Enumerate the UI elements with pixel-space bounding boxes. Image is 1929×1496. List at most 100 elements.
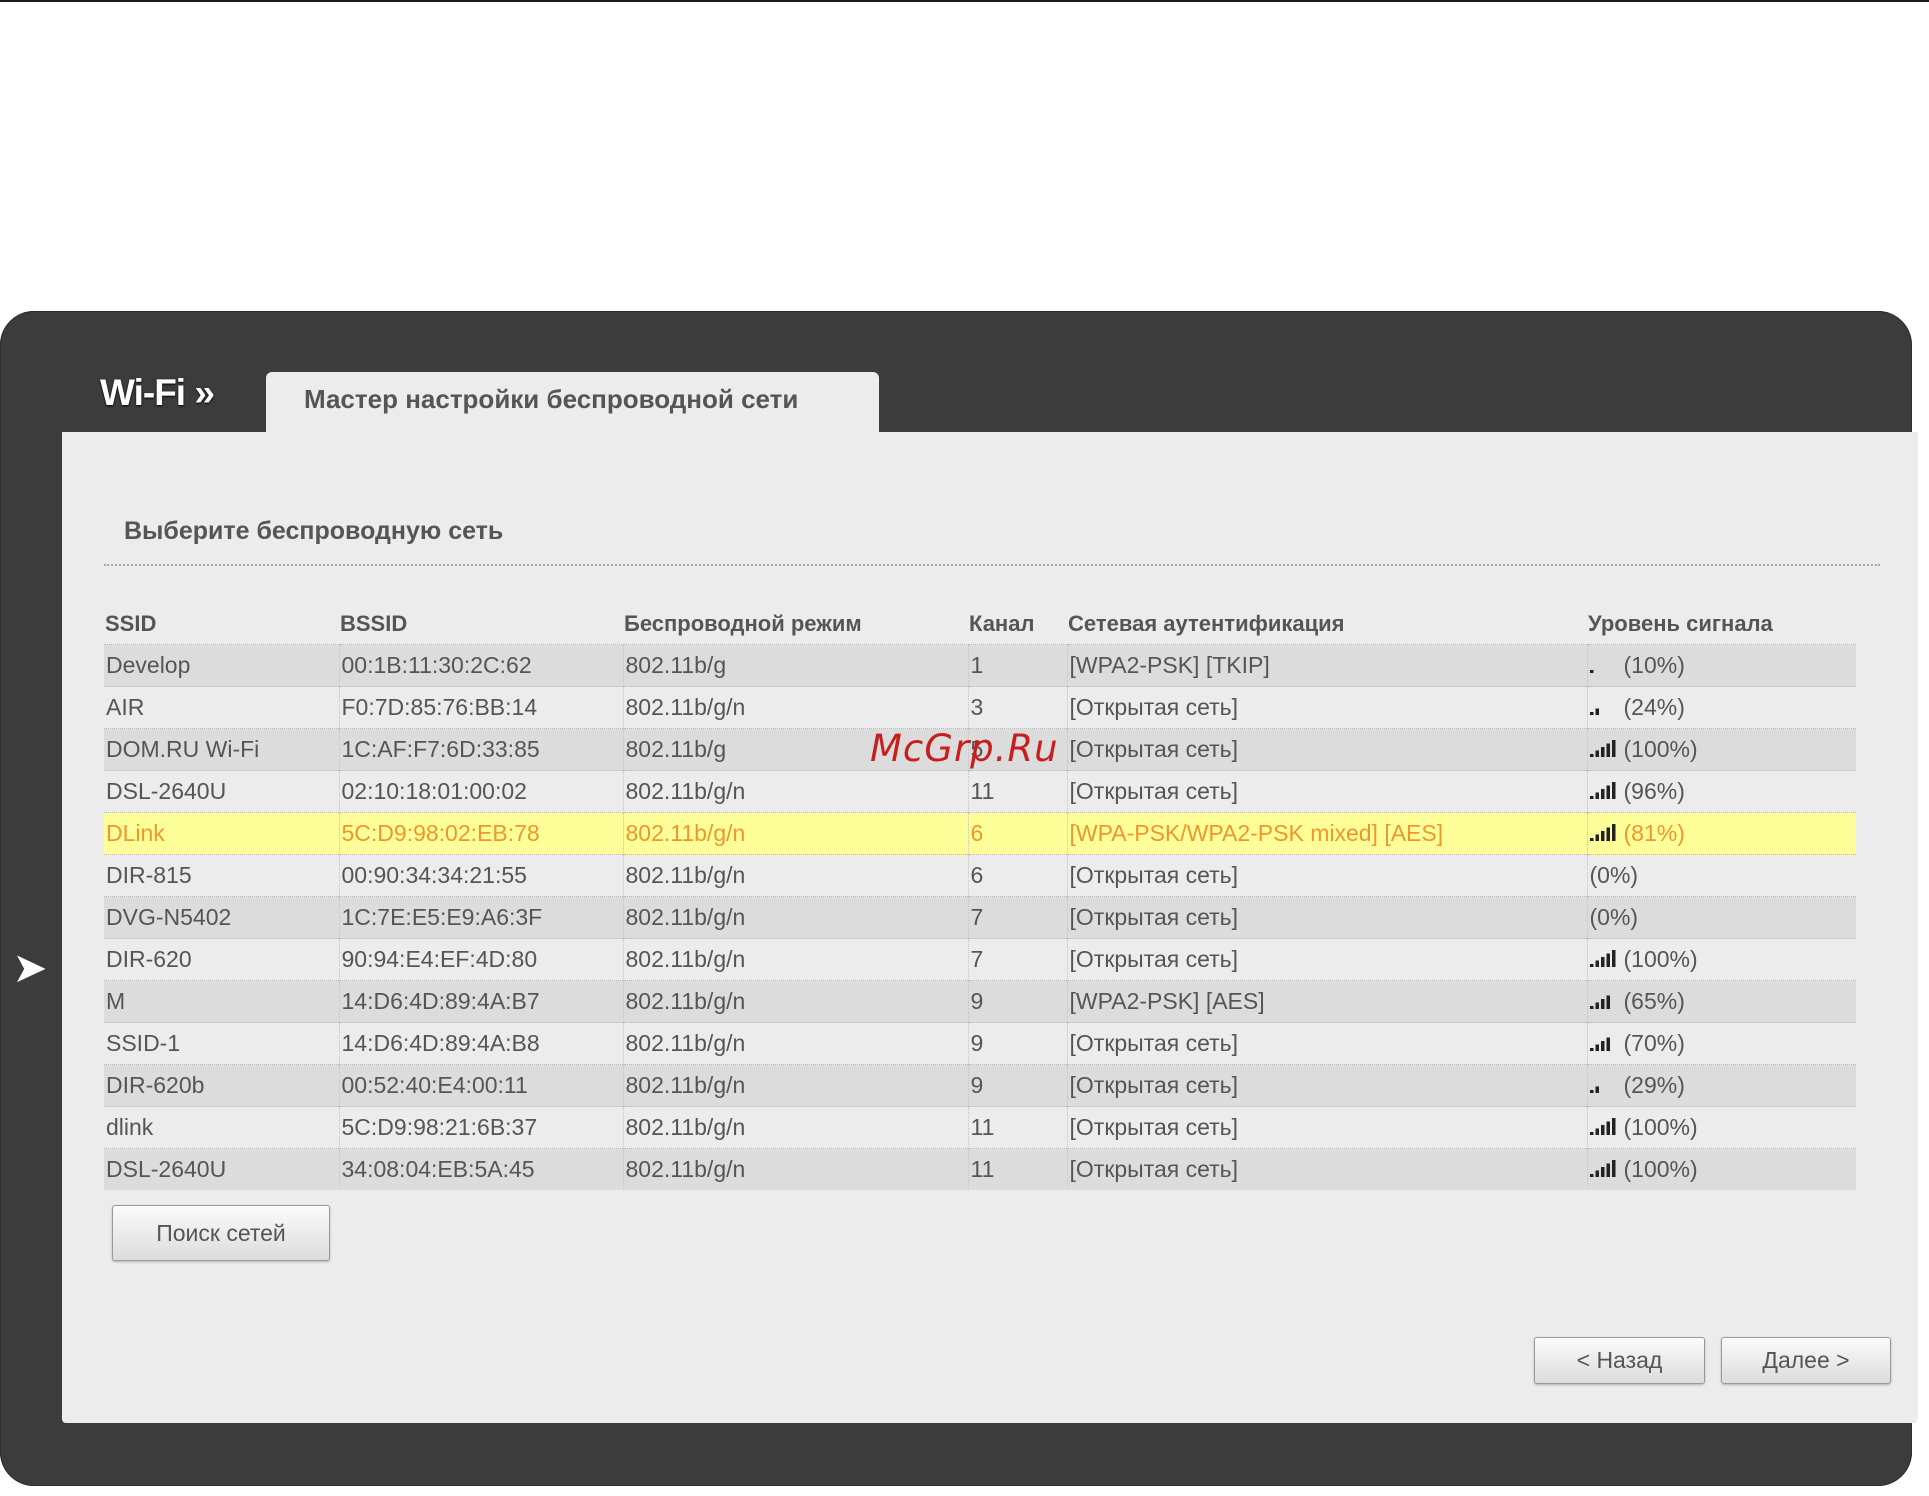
signal-cell: (0%) bbox=[1586, 854, 1856, 897]
signal-bar bbox=[1595, 750, 1599, 757]
mode-cell: 802.11b/g/n bbox=[622, 770, 968, 813]
signal-percent: (29%) bbox=[1623, 1072, 1685, 1098]
mode-cell: 802.11b/g/n bbox=[622, 896, 968, 939]
mode-cell: 802.11b/g bbox=[622, 644, 968, 687]
channel-cell: 3 bbox=[967, 686, 1067, 729]
signal-bar bbox=[1600, 999, 1604, 1009]
signal-percent: (0%) bbox=[1589, 904, 1639, 930]
table-row[interactable]: DIR-620 90:94:E4:EF:4D:80 802.11b/g/n 7 [Отк… bbox=[104, 938, 1856, 981]
next-button[interactable]: Далее > bbox=[1721, 1337, 1891, 1384]
bssid-cell: 02:10:18:01:00:02 bbox=[338, 770, 623, 813]
auth-cell: [Открытая сеть] bbox=[1066, 686, 1587, 729]
signal-percent: (81%) bbox=[1623, 820, 1685, 846]
signal-strength-icon bbox=[1589, 1159, 1618, 1177]
signal-cell: (24%) bbox=[1586, 686, 1856, 729]
mode-cell: 802.11b/g/n bbox=[622, 854, 968, 897]
signal-cell: (100%) bbox=[1586, 728, 1856, 771]
table-row[interactable]: M 14:D6:4D:89:4A:B7 802.11b/g/n 9 [WPA2-PSK]… bbox=[104, 980, 1856, 1023]
signal-bar bbox=[1600, 957, 1604, 967]
signal-percent: (65%) bbox=[1623, 988, 1685, 1014]
ssid-cell: dlink bbox=[104, 1106, 339, 1149]
mode-cell: 802.11b/g/n bbox=[622, 812, 968, 855]
signal-cell: (100%) bbox=[1586, 938, 1856, 981]
signal-bar bbox=[1595, 1128, 1599, 1135]
signal-bar bbox=[1611, 1118, 1615, 1135]
signal-bar bbox=[1606, 995, 1610, 1009]
ssid-cell: DSL-2640U bbox=[104, 770, 339, 813]
signal-bar bbox=[1611, 782, 1615, 799]
signal-percent: (24%) bbox=[1623, 694, 1685, 720]
signal-bar bbox=[1589, 754, 1593, 757]
bssid-cell: 1C:AF:F7:6D:33:85 bbox=[338, 728, 623, 771]
signal-bar bbox=[1589, 838, 1593, 841]
signal-cell: (29%) bbox=[1586, 1064, 1856, 1107]
top-rule bbox=[0, 0, 1929, 2]
signal-bar bbox=[1606, 1163, 1610, 1177]
bssid-cell: 5C:D9:98:21:6B:37 bbox=[338, 1106, 623, 1149]
signal-bar bbox=[1589, 1006, 1593, 1009]
signal-bar bbox=[1600, 789, 1604, 799]
auth-cell: [Открытая сеть] bbox=[1066, 1106, 1587, 1149]
signal-bar bbox=[1611, 950, 1615, 967]
signal-bar bbox=[1595, 960, 1599, 967]
scan-networks-button[interactable]: Поиск сетей bbox=[112, 1205, 330, 1261]
column-header-auth: Сетевая аутентификация bbox=[1068, 611, 1345, 636]
signal-bar bbox=[1600, 1125, 1604, 1135]
table-row[interactable]: DVG-N5402 1C:7E:E5:E9:A6:3F 802.11b/g/n 7 [О… bbox=[104, 896, 1856, 939]
bssid-cell: 5C:D9:98:02:EB:78 bbox=[338, 812, 623, 855]
signal-percent: (10%) bbox=[1623, 652, 1685, 678]
signal-bar bbox=[1589, 964, 1593, 967]
signal-bar bbox=[1595, 1086, 1599, 1093]
table-row[interactable]: AIR F0:7D:85:76:BB:14 802.11b/g/n 3 [Открыта… bbox=[104, 686, 1856, 729]
bssid-cell: 1C:7E:E5:E9:A6:3F bbox=[338, 896, 623, 939]
table-row[interactable]: SSID-1 14:D6:4D:89:4A:B8 802.11b/g/n 9 [Откр… bbox=[104, 1022, 1856, 1065]
signal-bar bbox=[1589, 1048, 1593, 1051]
signal-strength-icon bbox=[1589, 781, 1618, 799]
bssid-cell: 00:90:34:34:21:55 bbox=[338, 854, 623, 897]
channel-cell: 9 bbox=[967, 1022, 1067, 1065]
channel-cell: 6 bbox=[967, 854, 1067, 897]
auth-cell: [Открытая сеть] bbox=[1066, 938, 1587, 981]
ssid-cell: M bbox=[104, 980, 339, 1023]
channel-cell: 11 bbox=[967, 1106, 1067, 1149]
signal-strength-icon bbox=[1589, 949, 1618, 967]
mode-cell: 802.11b/g/n bbox=[622, 686, 968, 729]
table-row[interactable]: DIR-815 00:90:34:34:21:55 802.11b/g/n 6 [Отк… bbox=[104, 854, 1856, 897]
signal-bar bbox=[1595, 708, 1599, 715]
channel-cell: 9 bbox=[967, 1064, 1067, 1107]
signal-bar bbox=[1606, 785, 1610, 799]
ssid-cell: DOM.RU Wi-Fi bbox=[104, 728, 339, 771]
ssid-cell: Develop bbox=[104, 644, 339, 687]
signal-bar bbox=[1595, 792, 1599, 799]
mode-cell: 802.11b/g/n bbox=[622, 1106, 968, 1149]
table-row[interactable]: dlink 5C:D9:98:21:6B:37 802.11b/g/n 11 [Откр… bbox=[104, 1106, 1856, 1149]
mode-cell: 802.11b/g/n bbox=[622, 938, 968, 981]
bssid-cell: F0:7D:85:76:BB:14 bbox=[338, 686, 623, 729]
signal-bar bbox=[1606, 1121, 1610, 1135]
signal-bar bbox=[1611, 824, 1615, 841]
bssid-cell: 34:08:04:EB:5A:45 bbox=[338, 1148, 623, 1190]
channel-cell: 1 bbox=[967, 644, 1067, 687]
signal-strength-icon bbox=[1589, 1033, 1618, 1051]
auth-cell: [WPA2-PSK] [AES] bbox=[1066, 980, 1587, 1023]
table-row[interactable]: DLink 5C:D9:98:02:EB:78 802.11b/g/n 6 [WPA-P… bbox=[104, 812, 1856, 855]
table-row[interactable]: Develop 00:1B:11:30:2C:62 802.11b/g 1 [WPA2-… bbox=[104, 644, 1856, 687]
signal-bar bbox=[1600, 1167, 1604, 1177]
auth-cell: [WPA-PSK/WPA2-PSK mixed] [AES] bbox=[1066, 812, 1587, 855]
bssid-cell: 14:D6:4D:89:4A:B8 bbox=[338, 1022, 623, 1065]
signal-bar bbox=[1595, 1002, 1599, 1009]
signal-strength-icon bbox=[1589, 655, 1618, 673]
table-row[interactable]: DSL-2640U 34:08:04:EB:5A:45 802.11b/g/n 11[… bbox=[104, 1148, 1856, 1190]
signal-percent: (100%) bbox=[1623, 1156, 1698, 1182]
arrow-left-icon[interactable]: ➤ bbox=[10, 947, 50, 989]
section-title[interactable]: Wi-Fi » bbox=[100, 372, 215, 414]
table-row[interactable]: DIR-620b 00:52:40:E4:00:11 802.11b/g/n 9 [От… bbox=[104, 1064, 1856, 1107]
back-button[interactable]: < Назад bbox=[1534, 1337, 1705, 1384]
signal-percent: (100%) bbox=[1623, 946, 1698, 972]
channel-cell: 11 bbox=[967, 1148, 1067, 1190]
ssid-cell: DIR-620 bbox=[104, 938, 339, 981]
ssid-cell: DVG-N5402 bbox=[104, 896, 339, 939]
auth-cell: [Открытая сеть] bbox=[1066, 728, 1587, 771]
table-row[interactable]: DSL-2640U 02:10:18:01:00:02 802.11b/g/n 11[… bbox=[104, 770, 1856, 813]
tab-wizard[interactable]: Мастер настройки беспроводной сети bbox=[266, 372, 879, 432]
